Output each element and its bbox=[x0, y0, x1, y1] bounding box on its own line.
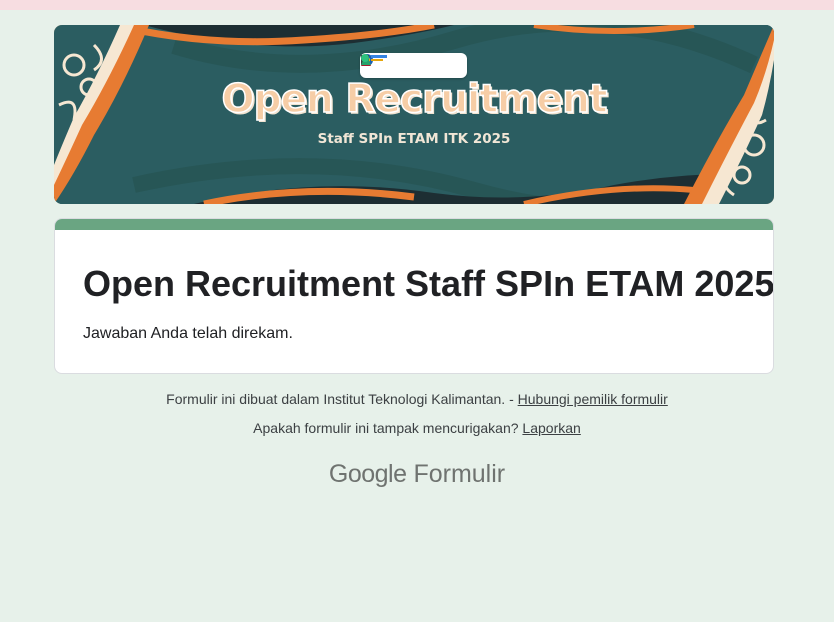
footer-report-line: Apakah formulir ini tampak mencurigakan?… bbox=[0, 420, 834, 436]
banner-subtitle: Staff SPIn ETAM ITK 2025 bbox=[317, 131, 511, 147]
contact-owner-link[interactable]: Hubungi pemilik formulir bbox=[518, 391, 668, 407]
banner-title: Open Recruitment bbox=[221, 76, 608, 123]
form-title: Open Recruitment Staff SPIn ETAM 2025 bbox=[83, 263, 774, 304]
form-response-card: Open Recruitment Staff SPIn ETAM 2025 Ja… bbox=[54, 218, 774, 374]
footer-created-text: Formulir ini dibuat dalam Institut Tekno… bbox=[166, 391, 514, 407]
suspicious-text: Apakah formulir ini tampak mencurigakan? bbox=[253, 420, 519, 436]
footer-created-line: Formulir ini dibuat dalam Institut Tekno… bbox=[0, 391, 834, 407]
top-strip bbox=[0, 0, 834, 10]
partner-logos bbox=[360, 53, 467, 78]
google-wordmark: Google bbox=[328, 460, 407, 488]
google-forms-brand[interactable]: Google Formulir bbox=[0, 460, 834, 489]
confirmation-message: Jawaban Anda telah direkam. bbox=[83, 325, 293, 342]
report-link[interactable]: Laporkan bbox=[522, 420, 580, 436]
card-accent-bar bbox=[55, 219, 773, 230]
header-banner: Open Recruitment Staff SPIn ETAM ITK 202… bbox=[54, 25, 774, 204]
forms-wordmark: Formulir bbox=[413, 460, 506, 488]
